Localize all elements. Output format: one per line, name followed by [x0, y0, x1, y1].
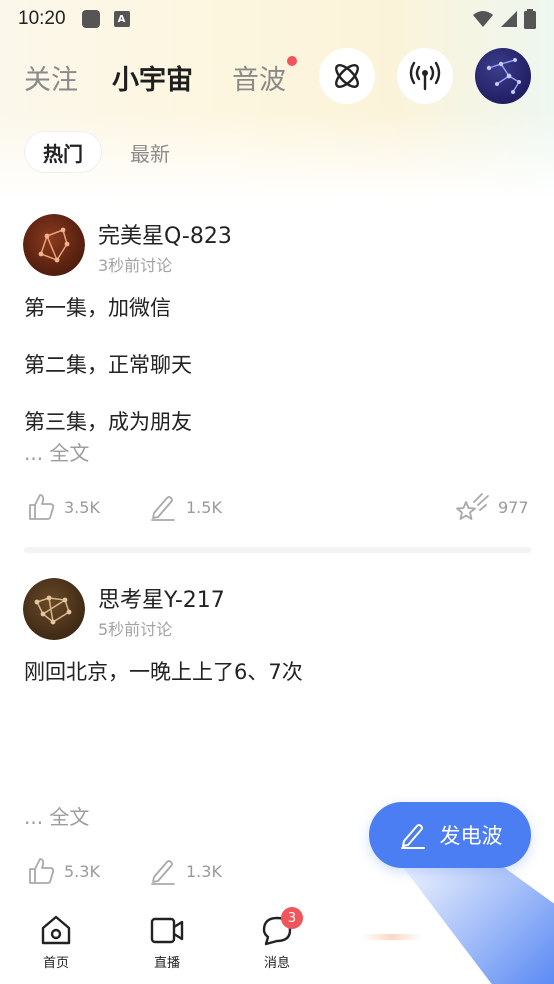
comment-button[interactable]: 1.5K	[148, 492, 222, 522]
post-text-line: 刚回北京，一晚上上了6、7次	[24, 660, 303, 684]
like-button[interactable]: 5.3K	[26, 856, 100, 886]
post-author-name[interactable]: 思考星Y-217	[98, 582, 225, 614]
battery-icon	[524, 9, 536, 29]
user-avatar[interactable]	[475, 48, 531, 104]
nav-messages[interactable]: 3 消息	[247, 907, 307, 971]
read-full-text-link[interactable]: ... 全文	[24, 437, 89, 466]
video-icon	[150, 917, 184, 944]
sub-tabs: 热门 最新	[24, 131, 170, 173]
broadcast-icon	[409, 61, 441, 91]
post-text-line: 第三集，成为朋友	[24, 410, 192, 434]
post-text-line: 第一集，加微信	[24, 296, 171, 320]
post-time: 3秒前讨论	[98, 256, 173, 275]
constellation-icon	[486, 58, 521, 94]
comment-count: 1.5K	[186, 497, 222, 517]
post-wave-label: 发电波	[439, 824, 503, 848]
nav-fade-decoration	[362, 934, 422, 940]
notification-square-icon	[81, 10, 100, 28]
tab-hot[interactable]: 热门	[24, 131, 102, 173]
like-button[interactable]: 3.5K	[26, 492, 100, 522]
pencil-icon	[151, 860, 175, 885]
comment-count: 1.3K	[186, 861, 222, 881]
thumbs-up-icon	[29, 494, 55, 520]
star-count: 977	[498, 497, 529, 517]
post-text-line: 第二集，正常聊天	[24, 353, 192, 377]
read-full-text-link[interactable]: ... 全文	[24, 801, 89, 830]
avatar[interactable]	[23, 214, 85, 276]
star-button[interactable]: 977	[454, 490, 529, 524]
comment-button[interactable]: 1.3K	[148, 856, 222, 886]
pencil-icon	[151, 496, 175, 521]
nav-live[interactable]: 直播	[137, 914, 197, 971]
thumbs-up-icon	[29, 858, 55, 884]
like-count: 3.5K	[64, 497, 100, 517]
shooting-star-icon	[456, 493, 489, 520]
signal-icon	[501, 11, 517, 27]
home-icon	[41, 915, 71, 945]
tab-sound-wave[interactable]: 音波	[232, 58, 286, 97]
post-wave-button[interactable]: 发电波	[369, 802, 531, 868]
nav-home[interactable]: 首页	[26, 914, 86, 971]
atom-button[interactable]	[319, 48, 375, 104]
tab-latest[interactable]: 最新	[130, 138, 170, 167]
post-divider	[24, 547, 531, 553]
tab-follow[interactable]: 关注	[24, 58, 78, 97]
pencil-icon	[400, 824, 425, 849]
avatar[interactable]	[23, 578, 85, 640]
wifi-icon	[473, 11, 493, 27]
constellation-avatar-icon	[23, 214, 85, 276]
nav-messages-label: 消息	[263, 956, 290, 971]
tab-universe[interactable]: 小宇宙	[112, 58, 193, 97]
constellation-avatar-icon	[23, 578, 85, 640]
new-dot-badge	[287, 56, 297, 66]
broadcast-button[interactable]	[397, 48, 453, 104]
status-time: 10:20	[18, 8, 66, 29]
a-notification-icon: A	[113, 11, 130, 27]
nav-home-label: 首页	[42, 956, 69, 971]
atom-icon	[335, 64, 359, 88]
post-author-name[interactable]: 完美星Q-823	[98, 218, 232, 250]
status-bar: 10:20 A	[0, 0, 554, 38]
nav-live-label: 直播	[153, 956, 180, 971]
post-time: 5秒前讨论	[98, 620, 173, 639]
unread-badge: 3	[281, 907, 303, 929]
like-count: 5.3K	[64, 861, 100, 881]
top-nav: 关注 小宇宙 音波	[0, 46, 554, 106]
post-card[interactable]: 完美星Q-823 3秒前讨论 第一集，加微信 第二集，正常聊天 第三集，成为朋友…	[0, 212, 554, 542]
